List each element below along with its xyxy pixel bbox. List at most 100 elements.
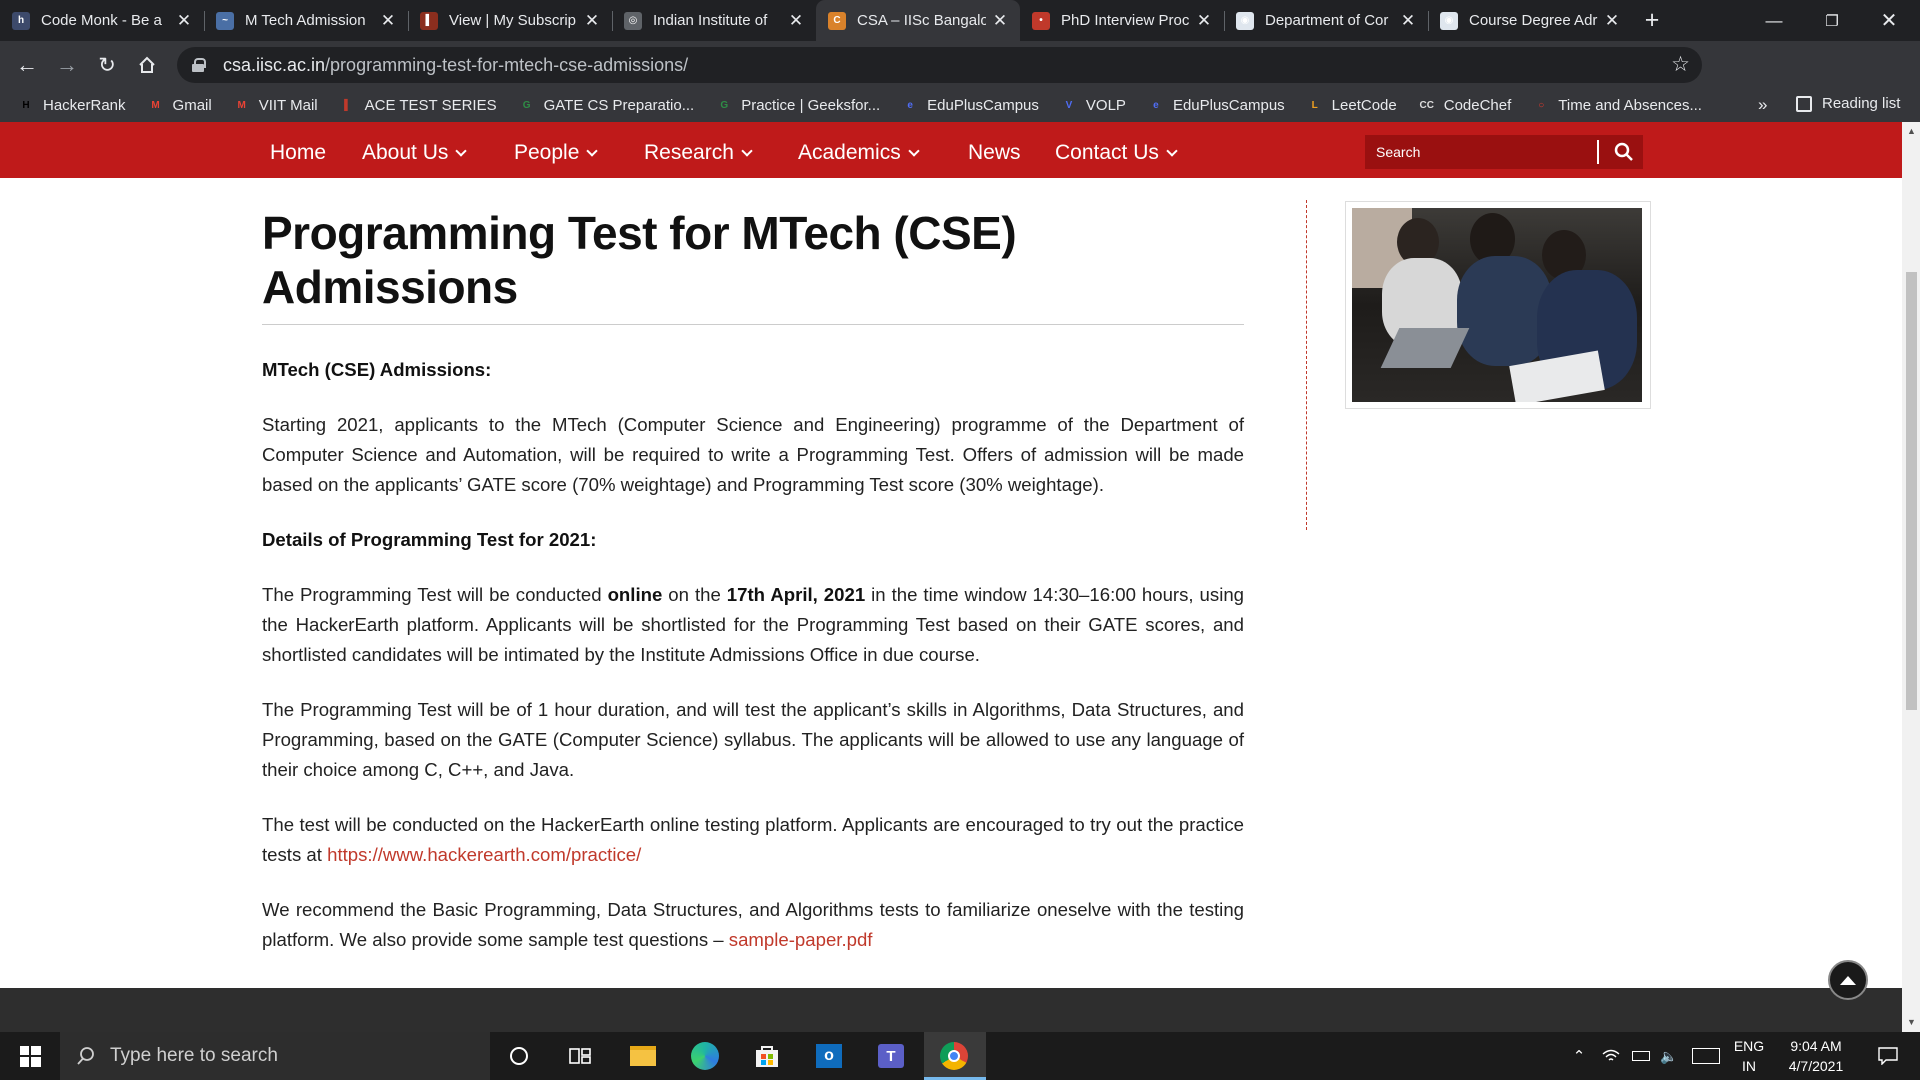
- bookmarks-overflow-button[interactable]: »: [1758, 95, 1767, 115]
- edge-icon[interactable]: [689, 1040, 721, 1072]
- bookmark-label: Time and Absences...: [1558, 97, 1702, 114]
- nav-item-research[interactable]: Research: [644, 141, 753, 165]
- page-scrollbar[interactable]: ▲ ▼: [1902, 122, 1920, 1032]
- bookmark-label: GATE CS Preparatio...: [543, 97, 695, 114]
- scrollbar-thumb[interactable]: [1906, 272, 1917, 710]
- browser-tab[interactable]: C CSA – IISc Bangalo ✕: [816, 0, 1020, 41]
- bookmark-star-icon[interactable]: ☆: [1671, 52, 1690, 77]
- address-bar[interactable]: csa.iisc.ac.in /programming-test-for-mte…: [177, 47, 1702, 83]
- nav-item-people[interactable]: People: [514, 141, 599, 165]
- bookmark-item[interactable]: H HackerRank: [18, 97, 125, 114]
- windows-taskbar: Type here to search o T ⌃ 🔈 ENG IN 9:04 …: [0, 1032, 1920, 1080]
- tab-title: CSA – IISc Bangalo: [857, 12, 986, 29]
- bookmark-item[interactable]: e EduPlusCampus: [902, 97, 1039, 114]
- windows-logo-icon: [19, 1045, 41, 1067]
- nav-item-label: People: [514, 141, 580, 164]
- tab-close-icon[interactable]: ✕: [582, 11, 602, 31]
- site-search-button[interactable]: [1605, 135, 1643, 169]
- show-hidden-icons-button[interactable]: ⌃: [1566, 1032, 1592, 1080]
- bookmark-item[interactable]: G GATE CS Preparatio...: [519, 97, 695, 114]
- reload-button[interactable]: ↻: [87, 45, 127, 85]
- teams-icon[interactable]: T: [875, 1040, 907, 1072]
- chevron-down-icon: [1166, 144, 1178, 157]
- sidebar-divider: [1306, 200, 1307, 530]
- tab-close-icon[interactable]: ✕: [1602, 11, 1622, 31]
- scroll-down-arrow-icon[interactable]: ▼: [1907, 1017, 1916, 1027]
- eduplus-icon: e: [907, 100, 913, 111]
- nav-item-academics[interactable]: Academics: [798, 141, 920, 165]
- task-view-icon[interactable]: [564, 1040, 596, 1072]
- wifi-icon[interactable]: [1598, 1032, 1624, 1080]
- section-heading-admissions: MTech (CSE) Admissions:: [262, 359, 492, 380]
- language-indicator[interactable]: ENG IN: [1729, 1032, 1769, 1080]
- bookmark-item[interactable]: L LeetCode: [1307, 97, 1397, 114]
- browser-tab[interactable]: ◉ Course Degree Adr ✕: [1428, 0, 1632, 41]
- chevron-down-icon: [741, 144, 753, 157]
- scroll-up-arrow-icon[interactable]: ▲: [1907, 126, 1916, 136]
- tab-strip: h Code Monk - Be a ✕ ~ M Tech Admission ✕ ▌ Vie…: [0, 0, 1920, 41]
- tab-close-icon[interactable]: ✕: [990, 11, 1010, 31]
- clock[interactable]: 9:04 AM 4/7/2021: [1774, 1032, 1858, 1080]
- paragraph-schedule: The Programming Test will be conducted o…: [262, 580, 1244, 670]
- close-window-button[interactable]: ✕: [1866, 0, 1912, 41]
- start-button[interactable]: [0, 1032, 60, 1080]
- leetcode-icon: L: [1311, 100, 1318, 111]
- tab-favicon-icon: ▌: [420, 11, 438, 30]
- search-icon: [77, 1047, 94, 1065]
- tab-close-icon[interactable]: ✕: [1398, 11, 1418, 31]
- cortana-icon[interactable]: [503, 1040, 535, 1072]
- browser-tab[interactable]: ◎ Indian Institute of ✕: [612, 0, 816, 41]
- microsoft-store-icon[interactable]: [751, 1040, 783, 1072]
- section-heading-details: Details of Programming Test for 2021:: [262, 529, 597, 550]
- touch-keyboard-icon[interactable]: [1688, 1032, 1724, 1080]
- file-explorer-icon[interactable]: [627, 1040, 659, 1072]
- tab-favicon-icon: h: [12, 11, 30, 30]
- nav-item-label: About Us: [362, 141, 449, 164]
- home-button[interactable]: [127, 45, 167, 85]
- bookmark-item[interactable]: G Practice | Geeksfor...: [716, 97, 880, 114]
- paragraph-platform: The test will be conducted on the Hacker…: [262, 810, 1244, 870]
- tab-close-icon[interactable]: ✕: [786, 11, 806, 31]
- nav-item-about-us[interactable]: About Us: [362, 141, 468, 165]
- bookmark-item[interactable]: ○ Time and Absences...: [1533, 97, 1702, 114]
- nav-item-home[interactable]: Home: [270, 141, 326, 165]
- paragraph-syllabus: The Programming Test will be of 1 hour d…: [262, 699, 1244, 780]
- tab-list: h Code Monk - Be a ✕ ~ M Tech Admission ✕ ▌ Vie…: [0, 0, 1632, 41]
- bookmark-item[interactable]: M VIIT Mail: [234, 97, 318, 114]
- tab-close-icon[interactable]: ✕: [1194, 11, 1214, 31]
- site-search-input[interactable]: [1365, 144, 1595, 160]
- browser-tab[interactable]: • PhD Interview Proc ✕: [1020, 0, 1224, 41]
- nav-item-contact-us[interactable]: Contact Us: [1055, 141, 1178, 165]
- forward-button[interactable]: →: [47, 45, 87, 85]
- tab-close-icon[interactable]: ✕: [378, 11, 398, 31]
- taskbar-search-box[interactable]: Type here to search: [60, 1032, 490, 1080]
- browser-tab[interactable]: h Code Monk - Be a ✕: [0, 0, 204, 41]
- oracle-icon: ○: [1538, 100, 1545, 111]
- hackerearth-practice-link[interactable]: https://www.hackerearth.com/practice/: [327, 844, 641, 865]
- bookmark-item[interactable]: V VOLP: [1061, 97, 1126, 114]
- new-tab-button[interactable]: +: [1632, 0, 1672, 41]
- tab-favicon-icon: •: [1032, 11, 1050, 30]
- browser-tab[interactable]: ~ M Tech Admission ✕: [204, 0, 408, 41]
- volume-icon[interactable]: 🔈: [1656, 1032, 1682, 1080]
- bookmark-item[interactable]: CC CodeChef: [1419, 97, 1512, 114]
- bookmark-item[interactable]: M Gmail: [148, 97, 211, 114]
- bookmark-item[interactable]: e EduPlusCampus: [1148, 97, 1285, 114]
- minimize-button[interactable]: —: [1751, 0, 1797, 41]
- browser-tab[interactable]: ▌ View | My Subscrip ✕: [408, 0, 612, 41]
- gfg-icon: G: [522, 100, 531, 111]
- tab-close-icon[interactable]: ✕: [174, 11, 194, 31]
- taskbar-chrome-active[interactable]: [924, 1032, 986, 1080]
- notification-center-icon[interactable]: [1864, 1032, 1912, 1080]
- back-button[interactable]: ←: [7, 45, 47, 85]
- browser-tab[interactable]: ◉ Department of Cor ✕: [1224, 0, 1428, 41]
- battery-icon[interactable]: [1628, 1032, 1654, 1080]
- sample-paper-link[interactable]: sample-paper.pdf: [729, 929, 873, 950]
- restore-button[interactable]: ❐: [1809, 0, 1855, 41]
- back-to-top-button[interactable]: [1828, 960, 1868, 1000]
- outlook-icon[interactable]: o: [813, 1040, 845, 1072]
- bookmark-list: H HackerRank M Gmail M VIIT Mail ▌ ACE TEST SER…: [18, 97, 1724, 114]
- reading-list-button[interactable]: Reading list: [1796, 95, 1900, 112]
- nav-item-news[interactable]: News: [968, 141, 1021, 165]
- bookmark-item[interactable]: ▌ ACE TEST SERIES: [340, 97, 497, 114]
